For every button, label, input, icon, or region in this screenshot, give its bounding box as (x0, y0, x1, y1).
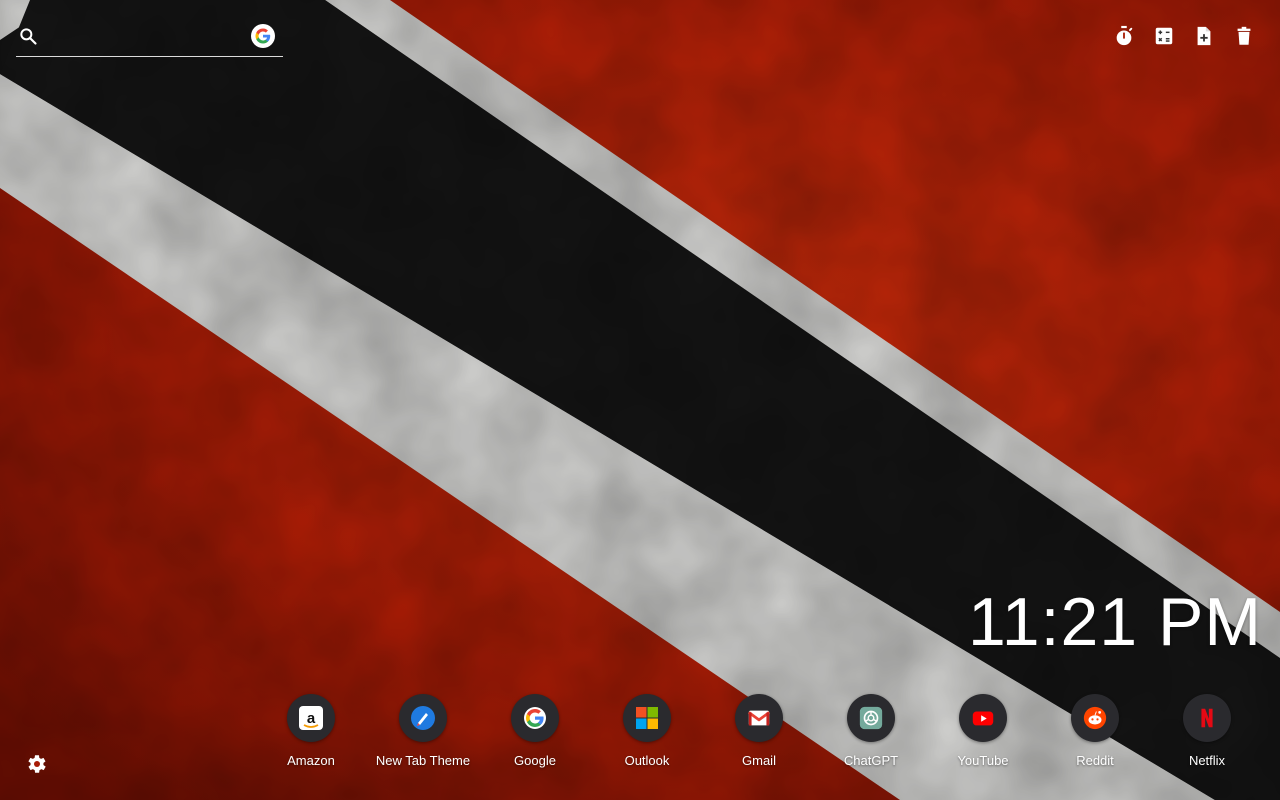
shortcut-label: Google (514, 753, 556, 768)
shortcut-outlook[interactable]: Outlook (591, 694, 703, 768)
new-tab-page: 11:21 PM a Amazon New Tab Theme Google O… (0, 0, 1280, 800)
gmail-icon (735, 694, 783, 742)
youtube-icon (959, 694, 1007, 742)
settings-button[interactable] (24, 752, 48, 776)
new-tab-theme-icon (399, 694, 447, 742)
gear-icon (28, 755, 46, 773)
shortcut-label: New Tab Theme (375, 753, 471, 768)
shortcut-chatgpt[interactable]: ChatGPT (815, 694, 927, 768)
netflix-icon (1183, 694, 1231, 742)
stopwatch-icon[interactable] (1112, 24, 1136, 48)
trash-icon[interactable] (1232, 24, 1256, 48)
wallpaper-flag (0, 0, 1280, 800)
svg-text:a: a (307, 710, 316, 727)
shortcut-reddit[interactable]: Reddit (1039, 694, 1151, 768)
toolbar (1112, 24, 1256, 48)
shortcut-gmail[interactable]: Gmail (703, 694, 815, 768)
shortcut-label: Outlook (624, 753, 670, 768)
shortcut-label: Gmail (742, 753, 776, 768)
shortcut-label: Reddit (1076, 753, 1114, 768)
shortcut-label: YouTube (957, 753, 1009, 768)
amazon-icon: a (287, 694, 335, 742)
search-icon[interactable] (18, 26, 38, 46)
shortcut-netflix[interactable]: Netflix (1151, 694, 1263, 768)
shortcut-label: Netflix (1188, 753, 1226, 768)
microsoft-icon (623, 694, 671, 742)
shortcut-label: ChatGPT (843, 753, 899, 768)
google-icon[interactable] (251, 24, 275, 48)
shortcut-new-tab-theme[interactable]: New Tab Theme (367, 694, 479, 768)
reddit-icon (1071, 694, 1119, 742)
shortcuts-bar: a Amazon New Tab Theme Google Outlook Gm… (255, 694, 1265, 774)
shortcut-label: Amazon (287, 753, 335, 768)
clock: 11:21 PM (967, 584, 1262, 660)
chatgpt-icon (847, 694, 895, 742)
shortcut-google[interactable]: Google (479, 694, 591, 768)
shortcut-youtube[interactable]: YouTube (927, 694, 1039, 768)
search-bar (16, 22, 283, 57)
shortcut-amazon[interactable]: a Amazon (255, 694, 367, 768)
search-input[interactable] (46, 24, 250, 52)
google-icon (511, 694, 559, 742)
calculator-icon[interactable] (1152, 24, 1176, 48)
add-note-icon[interactable] (1192, 24, 1216, 48)
